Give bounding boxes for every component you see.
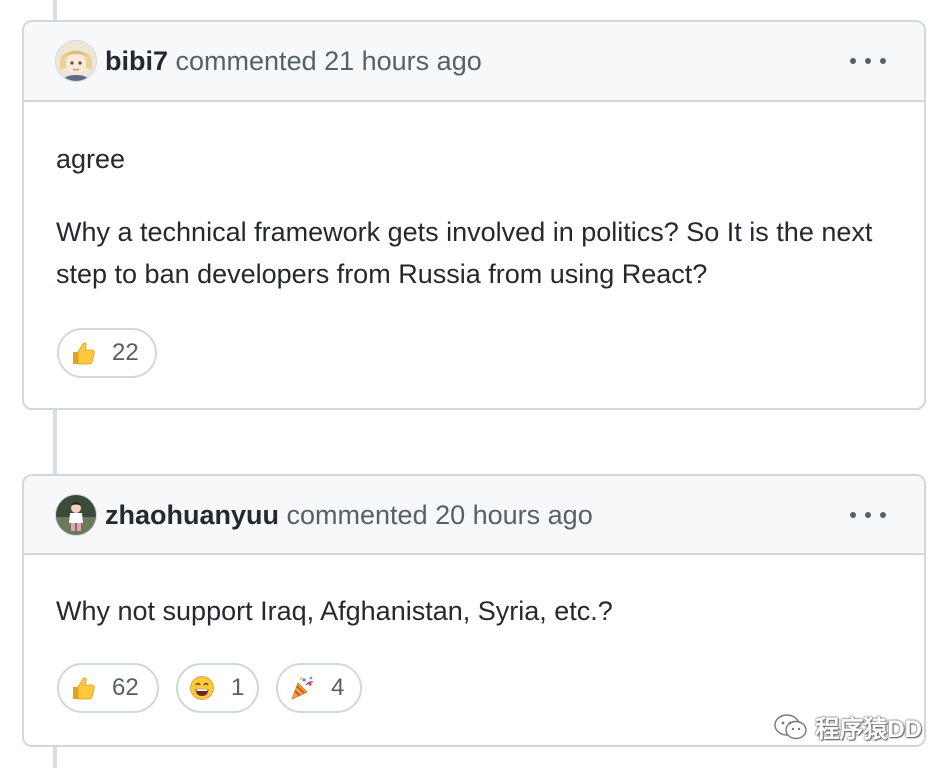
watermark-text: 程序猿DD <box>815 716 922 743</box>
issue-timeline: bibi7 commented 21 hours ago agree Why a… <box>0 0 952 768</box>
wechat-icon <box>774 713 808 739</box>
comment-header: bibi7 commented 21 hours ago <box>24 22 924 102</box>
reaction-thumbs-up-button[interactable]: 22 <box>57 328 157 378</box>
thumbs-up-icon <box>70 675 96 701</box>
comment-paragraph: agree <box>56 144 126 174</box>
timeline-connector <box>53 0 57 22</box>
timeline-connector <box>53 409 57 475</box>
reaction-thumbs-up-button[interactable]: 62 <box>57 663 159 713</box>
comment-timestamp[interactable]: commented 20 hours ago <box>287 500 593 530</box>
watermark: 程序猿DD <box>773 709 922 744</box>
reaction-count: 22 <box>112 339 139 366</box>
comment-card: bibi7 commented 21 hours ago agree Why a… <box>22 20 926 410</box>
more-options-icon[interactable] <box>850 51 886 71</box>
avatar[interactable] <box>56 494 96 535</box>
comment-paragraph: Why not support Iraq, Afghanistan, Syria… <box>56 596 613 626</box>
comment-body: agree Why a technical framework gets inv… <box>24 102 924 295</box>
author-link[interactable]: zhaohuanyuu <box>105 500 279 530</box>
comment-body: Why not support Iraq, Afghanistan, Syria… <box>24 555 924 632</box>
avatar[interactable] <box>56 41 96 81</box>
tada-icon <box>289 675 315 701</box>
reaction-count: 62 <box>112 674 139 701</box>
comment-header-text: bibi7 commented 21 hours ago <box>105 44 482 78</box>
reaction-count: 4 <box>331 674 345 701</box>
comment-paragraph: Why a technical framework gets involved … <box>56 217 873 289</box>
reaction-tada-button[interactable]: 4 <box>276 663 362 713</box>
reactions-bar: 62 1 4 <box>24 663 924 713</box>
reaction-count: 1 <box>231 674 245 701</box>
author-link[interactable]: bibi7 <box>105 46 168 76</box>
comment-header-text: zhaohuanyuu commented 20 hours ago <box>105 498 593 532</box>
laugh-icon <box>189 675 215 701</box>
reaction-laugh-button[interactable]: 1 <box>176 663 259 713</box>
comment-card: zhaohuanyuu commented 20 hours ago Why n… <box>22 474 926 747</box>
thumbs-up-icon <box>70 340 96 366</box>
comment-timestamp[interactable]: commented 21 hours ago <box>176 46 482 76</box>
more-options-icon[interactable] <box>850 505 886 525</box>
timeline-connector <box>53 746 57 768</box>
reactions-bar: 22 <box>24 328 924 378</box>
comment-header: zhaohuanyuu commented 20 hours ago <box>24 476 924 555</box>
